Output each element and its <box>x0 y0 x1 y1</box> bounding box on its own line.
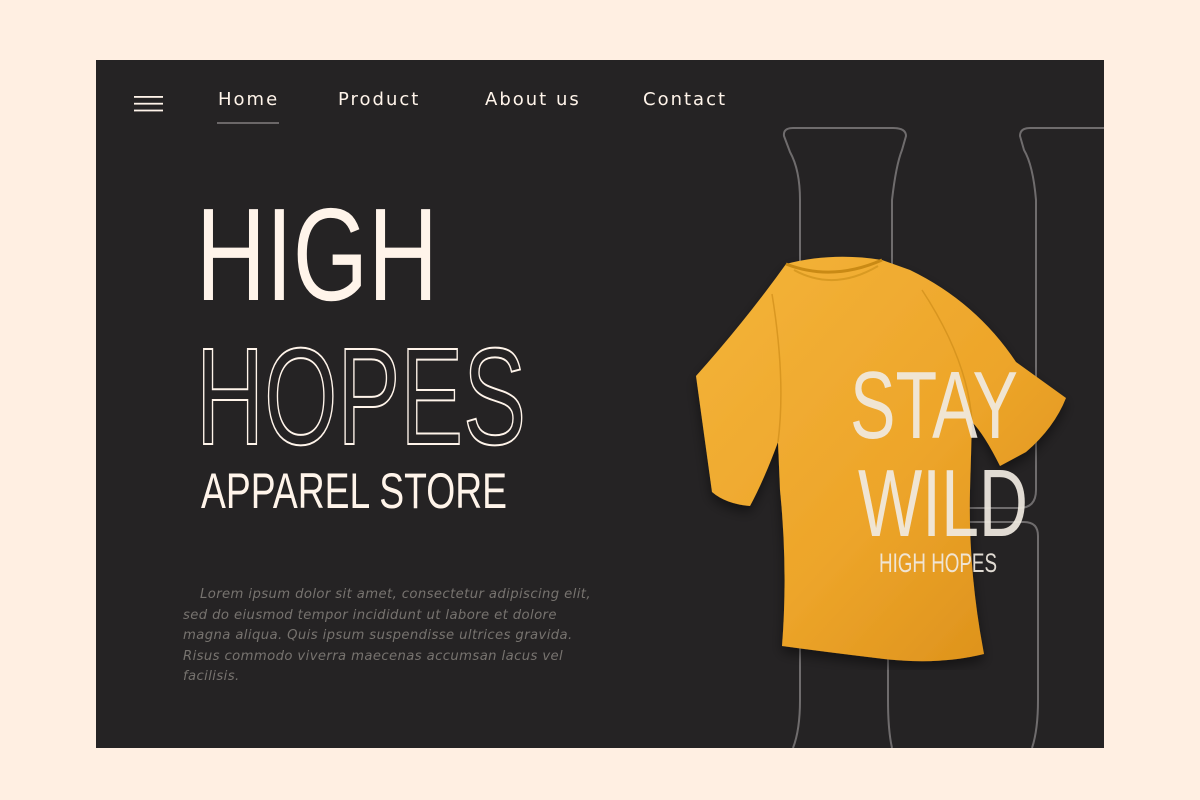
t-shirt-image: STAY WILD HIGH HOPES <box>696 256 1066 662</box>
nav-item-home[interactable]: Home <box>216 88 280 124</box>
nav-item-product[interactable]: Product <box>338 88 420 112</box>
hero-panel: Home Product About us Contact HIGH HOPES… <box>96 60 1104 748</box>
shirt-print-line1: STAY <box>850 352 1018 459</box>
nav-item-contact[interactable]: Contact <box>643 88 727 112</box>
hamburger-menu-icon[interactable] <box>134 94 164 114</box>
hero-subtitle: APPAREL STORE <box>201 463 507 519</box>
nav-item-about-us[interactable]: About us <box>485 88 581 112</box>
hero-title-line2: HOPES <box>196 320 526 474</box>
shirt-print-line2: WILD <box>858 450 1028 557</box>
shirt-print-line3: HIGH HOPES <box>879 548 997 578</box>
hero-title-line1: HIGH <box>196 181 438 328</box>
hero-description: Lorem ipsum dolor sit amet, consectetur … <box>183 587 591 685</box>
